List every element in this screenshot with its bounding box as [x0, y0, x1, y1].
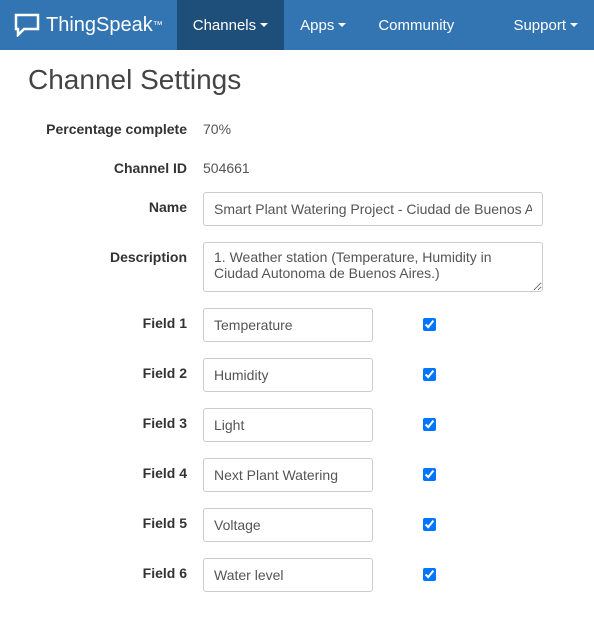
field6-checkbox[interactable] [423, 568, 436, 581]
field2-input[interactable] [203, 358, 373, 392]
description-textarea[interactable]: 1. Weather station (Temperature, Humidit… [203, 242, 543, 292]
label-field4: Field 4 [28, 458, 203, 481]
caret-down-icon [570, 23, 578, 27]
row-field1: Field 1 [28, 308, 566, 342]
content: Channel Settings Percentage complete 70%… [0, 50, 594, 622]
nav-apps-label: Apps [300, 17, 334, 34]
field1-input[interactable] [203, 308, 373, 342]
label-field3: Field 3 [28, 408, 203, 431]
row-name: Name [28, 192, 566, 226]
label-field6: Field 6 [28, 558, 203, 581]
name-input[interactable] [203, 192, 543, 226]
brand-tm: ™ [153, 20, 163, 31]
brand-name: ThingSpeak [46, 14, 153, 37]
field6-input[interactable] [203, 558, 373, 592]
field5-checkbox[interactable] [423, 518, 436, 531]
page-title: Channel Settings [28, 64, 566, 96]
row-channel-id: Channel ID 504661 [28, 153, 566, 176]
nav-channels-label: Channels [193, 17, 256, 34]
field2-checkbox[interactable] [423, 368, 436, 381]
nav-channels[interactable]: Channels [177, 0, 284, 50]
field3-checkbox[interactable] [423, 418, 436, 431]
label-field2: Field 2 [28, 358, 203, 381]
row-field5: Field 5 [28, 508, 566, 542]
label-description: Description [28, 242, 203, 265]
field4-checkbox[interactable] [423, 468, 436, 481]
value-channel-id: 504661 [203, 153, 250, 176]
row-description: Description 1. Weather station (Temperat… [28, 242, 566, 292]
field1-checkbox[interactable] [423, 318, 436, 331]
label-percentage: Percentage complete [28, 114, 203, 137]
caret-down-icon [338, 23, 346, 27]
label-name: Name [28, 192, 203, 215]
nav-apps[interactable]: Apps [284, 0, 362, 50]
navbar: ThingSpeak™ Channels Apps Community Supp… [0, 0, 594, 50]
nav-support-label: Support [513, 17, 566, 34]
brand-logo[interactable]: ThingSpeak™ [0, 13, 177, 37]
speech-bubble-icon [14, 13, 40, 37]
caret-down-icon [260, 23, 268, 27]
label-channel-id: Channel ID [28, 153, 203, 176]
nav-community-label: Community [378, 17, 454, 34]
label-field1: Field 1 [28, 308, 203, 331]
row-field2: Field 2 [28, 358, 566, 392]
field3-input[interactable] [203, 408, 373, 442]
label-field5: Field 5 [28, 508, 203, 531]
row-field4: Field 4 [28, 458, 566, 492]
row-field3: Field 3 [28, 408, 566, 442]
field4-input[interactable] [203, 458, 373, 492]
value-percentage: 70% [203, 114, 231, 137]
nav-support[interactable]: Support [497, 0, 594, 50]
field5-input[interactable] [203, 508, 373, 542]
row-field6: Field 6 [28, 558, 566, 592]
row-percentage: Percentage complete 70% [28, 114, 566, 137]
nav-community[interactable]: Community [362, 0, 470, 50]
